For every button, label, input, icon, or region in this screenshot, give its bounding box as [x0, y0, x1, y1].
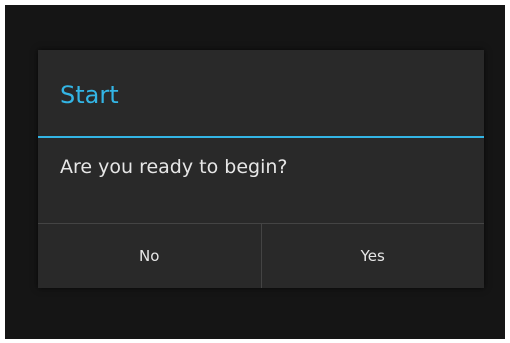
dialog-button-bar: No Yes [38, 224, 484, 288]
dialog-title: Start [60, 81, 119, 109]
no-button[interactable]: No [38, 224, 261, 288]
screen-background: Start Are you ready to begin? No Yes [5, 5, 505, 339]
start-dialog: Start Are you ready to begin? No Yes [38, 50, 484, 288]
dialog-message: Are you ready to begin? [60, 156, 288, 178]
title-divider [38, 136, 484, 138]
yes-button[interactable]: Yes [262, 224, 485, 288]
